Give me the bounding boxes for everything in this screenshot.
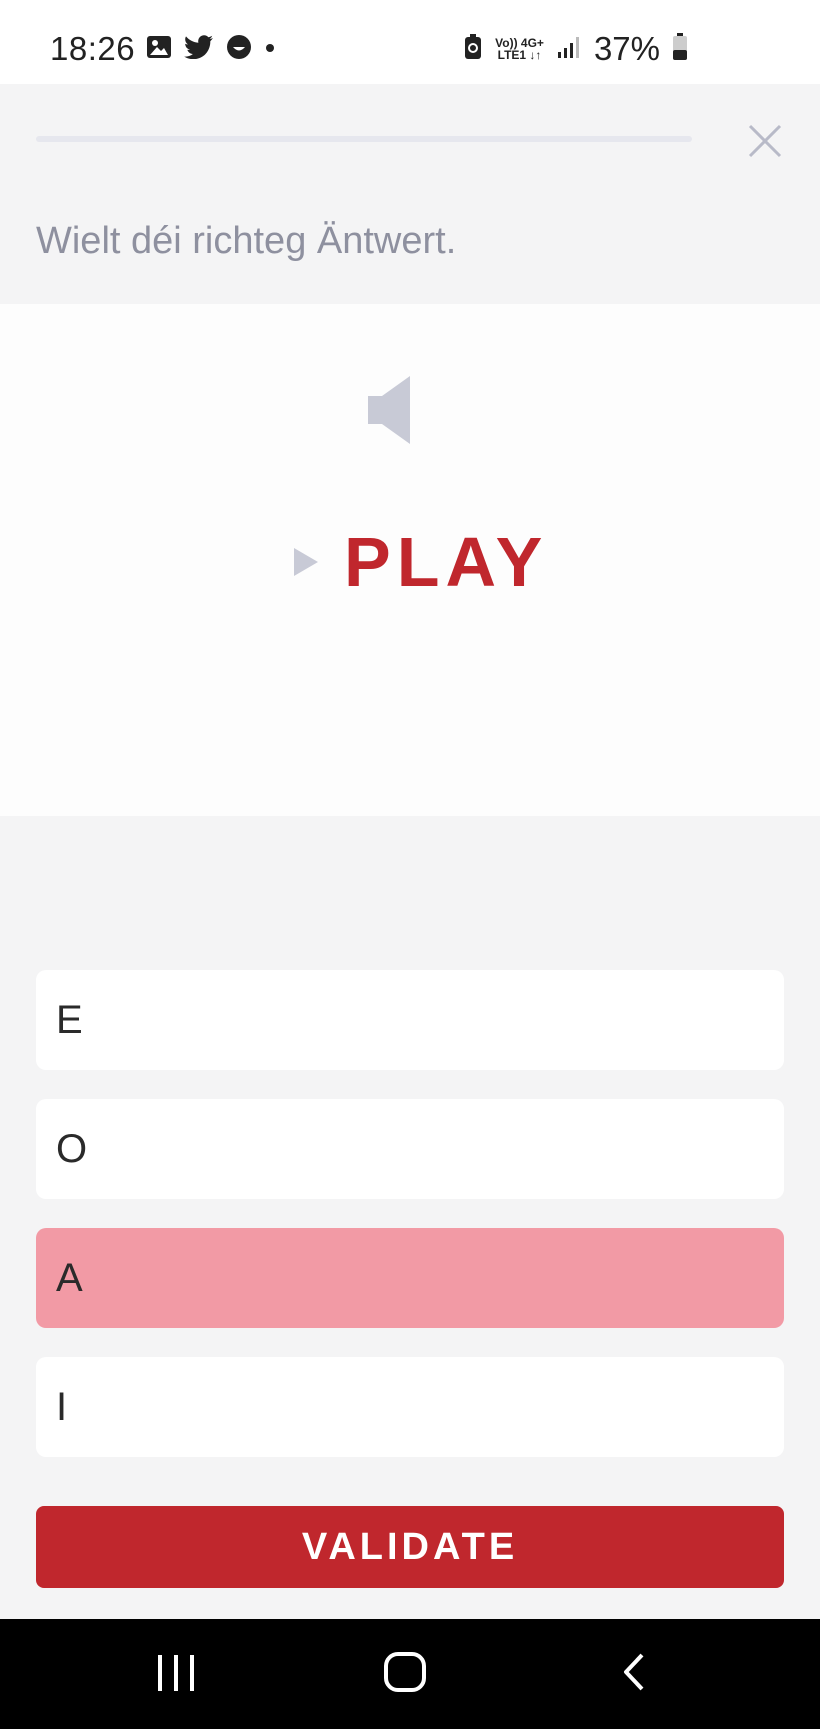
recent-apps-icon bbox=[158, 1655, 194, 1691]
answer-option-e[interactable]: E bbox=[36, 970, 784, 1070]
signal-icon bbox=[556, 35, 582, 64]
answer-option-label: E bbox=[56, 997, 83, 1042]
system-nav-bar bbox=[0, 1619, 820, 1729]
back-icon bbox=[624, 1653, 644, 1691]
close-button[interactable] bbox=[742, 118, 788, 164]
network-indicator: Vo)) 4G+ LTE1 ↓↑ bbox=[495, 37, 544, 61]
answer-option-label: I bbox=[56, 1384, 68, 1429]
answer-option-label: A bbox=[56, 1255, 83, 1300]
answer-option-i[interactable]: I bbox=[36, 1357, 784, 1457]
play-button[interactable]: PLAY bbox=[294, 522, 548, 602]
dot-icon bbox=[264, 41, 276, 59]
validate-button[interactable]: VALIDATE bbox=[36, 1506, 784, 1588]
play-label: PLAY bbox=[344, 523, 549, 601]
play-icon bbox=[294, 548, 318, 576]
answers-area: E O A I VALIDATE bbox=[0, 816, 820, 1619]
home-icon bbox=[384, 1652, 426, 1692]
image-icon bbox=[146, 35, 172, 64]
close-icon bbox=[748, 124, 782, 158]
validate-label: VALIDATE bbox=[301, 1525, 519, 1568]
instruction-text: Wielt déi richteg Äntwert. bbox=[36, 220, 457, 262]
battery-saver-icon bbox=[463, 33, 483, 66]
home-button[interactable] bbox=[383, 1649, 427, 1700]
recent-apps-button[interactable] bbox=[156, 1649, 196, 1700]
audio-prompt-area: PLAY bbox=[0, 304, 820, 816]
status-bar: 18:26 Vo)) 4G+ LTE1 ↓↑ 37% bbox=[0, 0, 820, 84]
answer-option-o[interactable]: O bbox=[36, 1099, 784, 1199]
battery-icon bbox=[672, 32, 688, 66]
back-button[interactable] bbox=[618, 1649, 650, 1700]
status-time: 18:26 bbox=[50, 30, 136, 67]
answer-option-label: O bbox=[56, 1126, 88, 1171]
lesson-header: Wielt déi richteg Äntwert. bbox=[0, 84, 820, 304]
network-bottom-label: LTE1 ↓↑ bbox=[497, 48, 542, 62]
answer-option-a[interactable]: A bbox=[36, 1228, 784, 1328]
battery-percentage: 37% bbox=[593, 30, 660, 67]
lesson-progress-bar bbox=[36, 136, 692, 142]
speaker-icon[interactable] bbox=[366, 374, 412, 451]
smiley-icon bbox=[226, 34, 252, 65]
twitter-icon bbox=[184, 35, 214, 64]
